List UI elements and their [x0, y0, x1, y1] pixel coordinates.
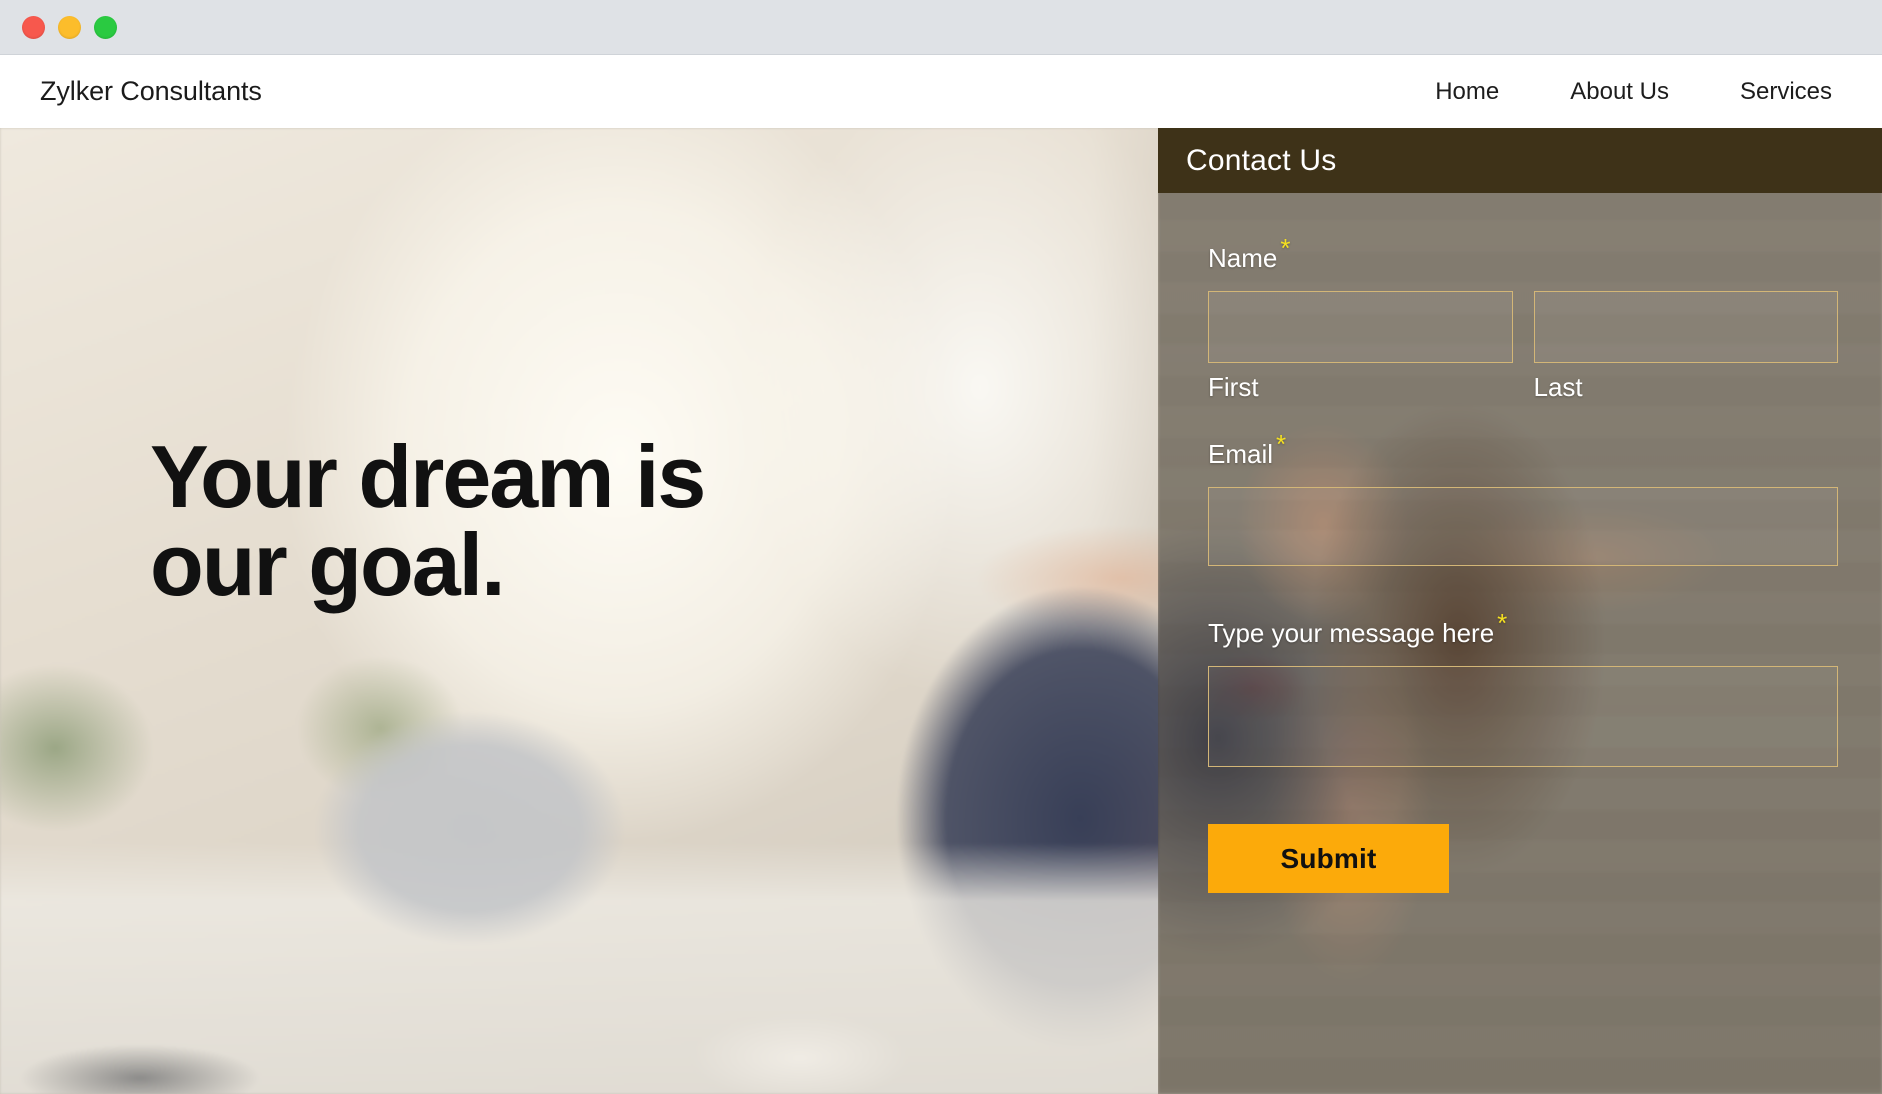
email-input[interactable]	[1208, 487, 1838, 566]
name-required-asterisk: *	[1280, 233, 1291, 264]
name-field-label: Name *	[1208, 235, 1838, 274]
window-controls	[22, 16, 117, 39]
contact-form-panel: Contact Us Name * First Last Email * Type …	[1158, 128, 1882, 1094]
nav-item-home[interactable]: Home	[1435, 78, 1499, 106]
email-spacer	[1208, 403, 1838, 439]
message-required-asterisk: *	[1497, 608, 1508, 639]
window-chrome	[0, 0, 1882, 55]
minimize-window-icon[interactable]	[58, 16, 81, 39]
brand-logo[interactable]: Zylker Consultants	[40, 76, 262, 107]
message-label-text: Type your message here	[1208, 618, 1495, 648]
submit-button[interactable]: Submit	[1208, 824, 1449, 893]
site-header: Zylker Consultants Home About Us Service…	[0, 55, 1882, 128]
submit-button-row: Submit	[1208, 824, 1838, 893]
main-navigation: Home About Us Services	[1435, 78, 1832, 106]
first-name-sublabel: First	[1208, 372, 1259, 402]
maximize-window-icon[interactable]	[94, 16, 117, 39]
email-required-asterisk: *	[1276, 429, 1287, 460]
contact-form-header: Contact Us	[1158, 128, 1882, 193]
message-textarea[interactable]	[1208, 666, 1838, 767]
nav-item-about-us[interactable]: About Us	[1570, 78, 1669, 106]
email-field-label: Email *	[1208, 431, 1838, 470]
message-field-label: Type your message here *	[1208, 610, 1838, 649]
email-label-text: Email	[1208, 439, 1274, 469]
last-name-input[interactable]	[1533, 291, 1838, 363]
name-label-text: Name	[1208, 243, 1278, 273]
contact-form-body: Name * First Last Email * Type your messag…	[1158, 193, 1882, 893]
first-name-input[interactable]	[1208, 291, 1513, 363]
last-name-sublabel: Last	[1533, 372, 1583, 402]
contact-form-title: Contact Us	[1186, 143, 1337, 177]
name-sublabel-row: First Last	[1208, 372, 1838, 403]
hero-headline: Your dream is our goal.	[150, 427, 706, 614]
nav-item-services[interactable]: Services	[1740, 78, 1832, 106]
name-input-row	[1208, 291, 1838, 363]
close-window-icon[interactable]	[22, 16, 45, 39]
